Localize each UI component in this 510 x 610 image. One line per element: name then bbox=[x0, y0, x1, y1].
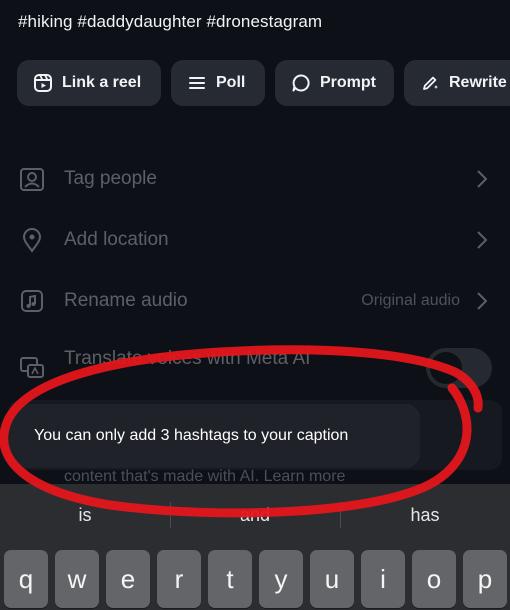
link-reel-label: Link a reel bbox=[62, 74, 142, 91]
poll-label: Poll bbox=[216, 74, 246, 91]
translate-icon bbox=[18, 354, 46, 382]
caption-tools: Link a reel Poll Prompt Rewrite bbox=[17, 60, 510, 106]
suggestion-item[interactable]: is bbox=[0, 484, 170, 546]
keyboard: is and has q w e r t y u i o p bbox=[0, 484, 510, 610]
key-e[interactable]: e bbox=[106, 550, 150, 608]
suggestion-bar: is and has bbox=[0, 484, 510, 546]
prompt-button[interactable]: Prompt bbox=[275, 60, 394, 106]
add-location-label: Add location bbox=[64, 229, 169, 250]
location-pin-icon bbox=[18, 226, 46, 254]
hashtag-limit-toast: You can only add 3 hashtags to your capt… bbox=[8, 404, 420, 468]
person-tag-icon bbox=[18, 165, 46, 193]
add-location-row[interactable]: Add location bbox=[0, 225, 510, 255]
link-reel-button[interactable]: Link a reel bbox=[17, 60, 161, 106]
key-p[interactable]: p bbox=[463, 550, 507, 608]
tag-people-label: Tag people bbox=[64, 168, 157, 189]
chevron-right-icon bbox=[477, 231, 488, 249]
key-o[interactable]: o bbox=[412, 550, 456, 608]
rewrite-button[interactable]: Rewrite bbox=[404, 60, 510, 106]
key-t[interactable]: t bbox=[208, 550, 252, 608]
key-i[interactable]: i bbox=[361, 550, 405, 608]
prompt-label: Prompt bbox=[320, 74, 376, 91]
translate-voices-label: Translate voices with Meta AI bbox=[64, 348, 311, 369]
chevron-right-icon bbox=[477, 292, 488, 310]
chat-bubble-icon bbox=[292, 74, 310, 92]
chevron-right-icon bbox=[477, 170, 488, 188]
reel-icon bbox=[34, 74, 52, 92]
toast-message: You can only add 3 hashtags to your capt… bbox=[34, 427, 349, 444]
translate-toggle[interactable] bbox=[426, 348, 492, 388]
key-q[interactable]: q bbox=[4, 550, 48, 608]
key-r[interactable]: r bbox=[157, 550, 201, 608]
audio-note-icon bbox=[18, 287, 46, 315]
suggestion-item[interactable]: and bbox=[170, 484, 340, 546]
key-u[interactable]: u bbox=[310, 550, 354, 608]
tag-people-row[interactable]: Tag people bbox=[0, 164, 510, 194]
rename-audio-label: Rename audio bbox=[64, 290, 188, 311]
audio-value: Original audio bbox=[361, 292, 460, 309]
poll-button[interactable]: Poll bbox=[171, 60, 265, 106]
rewrite-label: Rewrite bbox=[449, 74, 507, 91]
list-icon bbox=[189, 77, 205, 89]
key-w[interactable]: w bbox=[55, 550, 99, 608]
key-row: q w e r t y u i o p bbox=[4, 550, 507, 608]
rename-audio-row[interactable]: Rename audio Original audio bbox=[0, 286, 510, 316]
pen-sparkle-icon bbox=[423, 76, 438, 90]
key-y[interactable]: y bbox=[259, 550, 303, 608]
caption-text[interactable]: #hiking #daddydaughter #dronestagram bbox=[18, 12, 322, 32]
suggestion-item[interactable]: has bbox=[340, 484, 510, 546]
